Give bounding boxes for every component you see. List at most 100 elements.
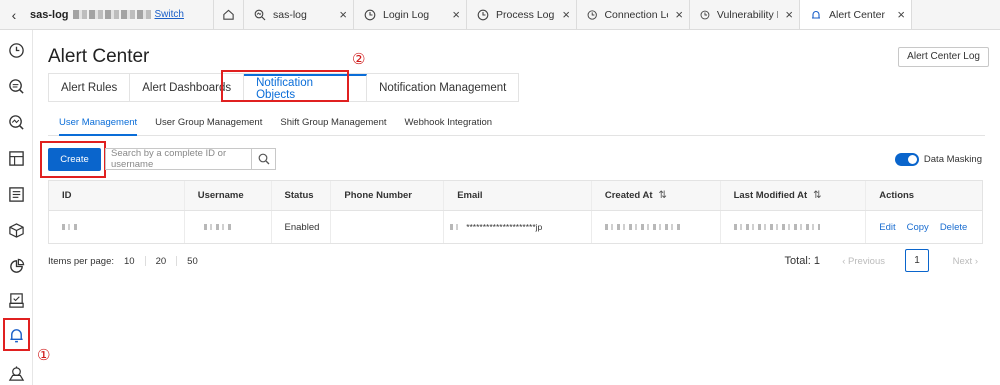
- tab-label: Process Log: [496, 8, 555, 21]
- column-header-status: Status: [272, 181, 332, 210]
- masked-value: [604, 224, 683, 230]
- log-icon: [364, 9, 376, 20]
- cell-email: *********************jp: [444, 211, 592, 243]
- tab-label: Alert Center: [829, 8, 886, 21]
- cell-actions: Edit Copy Delete: [866, 211, 982, 243]
- column-header-last-modified[interactable]: Last Modified At ⇅: [721, 181, 867, 210]
- divider: [144, 256, 146, 266]
- masked-value: [733, 224, 820, 230]
- main-content: Alert Center Alert Center Log Alert Rule…: [40, 30, 992, 385]
- total-count: Total: 1: [784, 255, 820, 267]
- tab-sas-log[interactable]: sas-log ×: [244, 0, 354, 29]
- close-icon[interactable]: ×: [785, 7, 793, 22]
- data-masking-label: Data Masking: [923, 154, 982, 165]
- cell-username: [185, 211, 272, 243]
- search-placeholder: Search by a complete ID or username: [111, 148, 227, 170]
- items-per-page-label: Items per page:: [48, 256, 115, 267]
- page-title: Alert Center: [48, 46, 150, 67]
- annotation-box-2: [221, 70, 349, 102]
- report-icon[interactable]: [8, 186, 25, 203]
- page-size-50[interactable]: 50: [187, 256, 198, 267]
- cube-icon[interactable]: [8, 222, 25, 239]
- tab-label: sas-log: [273, 8, 307, 21]
- log-icon: [477, 9, 489, 20]
- close-icon[interactable]: ×: [339, 7, 347, 22]
- project-name: sas-log: [30, 8, 69, 21]
- analysis-icon[interactable]: [8, 114, 25, 131]
- annotation-box-3: [40, 141, 106, 178]
- column-header-id: ID: [49, 181, 185, 210]
- column-header-phone: Phone Number: [331, 181, 445, 210]
- cell-last-modified: [721, 211, 867, 243]
- tab-label: Vulnerability L...: [716, 8, 778, 21]
- masked-value: [450, 224, 461, 230]
- page-size-10[interactable]: 10: [124, 256, 135, 267]
- clock-icon[interactable]: [8, 42, 25, 59]
- tab-user-group-management[interactable]: User Group Management: [155, 117, 262, 136]
- edit-link[interactable]: Edit: [879, 222, 895, 233]
- log-icon: [700, 10, 710, 19]
- sort-icon[interactable]: ⇅: [659, 190, 667, 201]
- tab-shift-group-management[interactable]: Shift Group Management: [280, 117, 386, 136]
- tab-user-management[interactable]: User Management: [59, 117, 138, 136]
- sort-icon[interactable]: ⇅: [813, 190, 821, 201]
- close-icon[interactable]: ×: [562, 7, 570, 22]
- cell-created-at: [592, 211, 721, 243]
- tab-login-log[interactable]: Login Log ×: [354, 0, 467, 29]
- column-header-actions: Actions: [879, 190, 915, 201]
- data-masking-toggle[interactable]: [894, 153, 919, 166]
- next-button[interactable]: Next ›: [953, 256, 978, 267]
- page-size-20[interactable]: 20: [156, 256, 167, 267]
- delete-link[interactable]: Delete: [940, 222, 967, 233]
- search-icon[interactable]: [251, 149, 275, 169]
- copy-link[interactable]: Copy: [907, 222, 929, 233]
- close-icon[interactable]: ×: [897, 7, 905, 22]
- page-button-1[interactable]: 1: [905, 249, 929, 272]
- close-icon[interactable]: ×: [452, 7, 460, 22]
- masked-project-id: [72, 10, 151, 19]
- switch-project-link[interactable]: Switch: [155, 9, 184, 20]
- sidebar: [0, 30, 33, 385]
- inbox-icon[interactable]: [8, 292, 25, 309]
- tab-webhook-integration[interactable]: Webhook Integration: [405, 117, 493, 136]
- data-masking-control: Data Masking: [894, 153, 982, 166]
- tab-vulnerability-log[interactable]: Vulnerability L... ×: [690, 0, 800, 29]
- divider: [176, 256, 178, 266]
- tab-process-log[interactable]: Process Log ×: [467, 0, 577, 29]
- tab-label: Connection Log: [604, 8, 668, 21]
- search-input[interactable]: Search by a complete ID or username: [105, 148, 276, 170]
- column-header-email: Email: [444, 181, 592, 210]
- column-header-created-at[interactable]: Created At ⇅: [592, 181, 721, 210]
- items-per-page: Items per page: 10 20 50: [48, 256, 198, 267]
- table-row: Enabled *********************jp Edit Cop…: [49, 210, 982, 243]
- annotation-box-1: [3, 318, 30, 351]
- back-arrow-icon[interactable]: ‹: [0, 0, 28, 29]
- cell-status: Enabled: [272, 211, 332, 243]
- search-icon[interactable]: [8, 78, 25, 95]
- column-header-username: Username: [185, 181, 272, 210]
- search-analysis-icon: [254, 9, 266, 20]
- alert-center-log-button[interactable]: Alert Center Log: [898, 47, 989, 67]
- tab-notification-management[interactable]: Notification Management: [367, 74, 518, 101]
- home-icon[interactable]: [214, 0, 244, 29]
- previous-button[interactable]: ‹ Previous: [842, 256, 885, 267]
- log-icon: [587, 9, 597, 20]
- cell-id: [49, 211, 185, 243]
- settings-icon[interactable]: [8, 365, 25, 382]
- top-tab-bar: ‹ sas-log Switch sas-log × Login Log × P…: [0, 0, 1000, 30]
- pie-chart-icon[interactable]: [8, 258, 25, 275]
- cell-phone: [331, 211, 445, 243]
- table-header-row: ID Username Status Phone Number Email Cr…: [49, 181, 982, 210]
- masked-value: [62, 224, 80, 230]
- users-table: ID Username Status Phone Number Email Cr…: [48, 180, 983, 244]
- tab-alert-rules[interactable]: Alert Rules: [49, 74, 131, 101]
- dashboard-icon[interactable]: [8, 150, 25, 167]
- project-selector[interactable]: sas-log Switch: [28, 0, 214, 29]
- close-icon[interactable]: ×: [675, 7, 683, 22]
- tab-alert-center[interactable]: Alert Center ×: [800, 0, 912, 29]
- tab-connection-log[interactable]: Connection Log ×: [577, 0, 690, 29]
- tab-label: Login Log: [383, 8, 430, 21]
- sub-tabs: User Management User Group Management Sh…: [48, 117, 985, 136]
- bell-icon: [812, 10, 820, 19]
- pagination: Items per page: 10 20 50 Total: 1 ‹ Prev…: [48, 249, 983, 274]
